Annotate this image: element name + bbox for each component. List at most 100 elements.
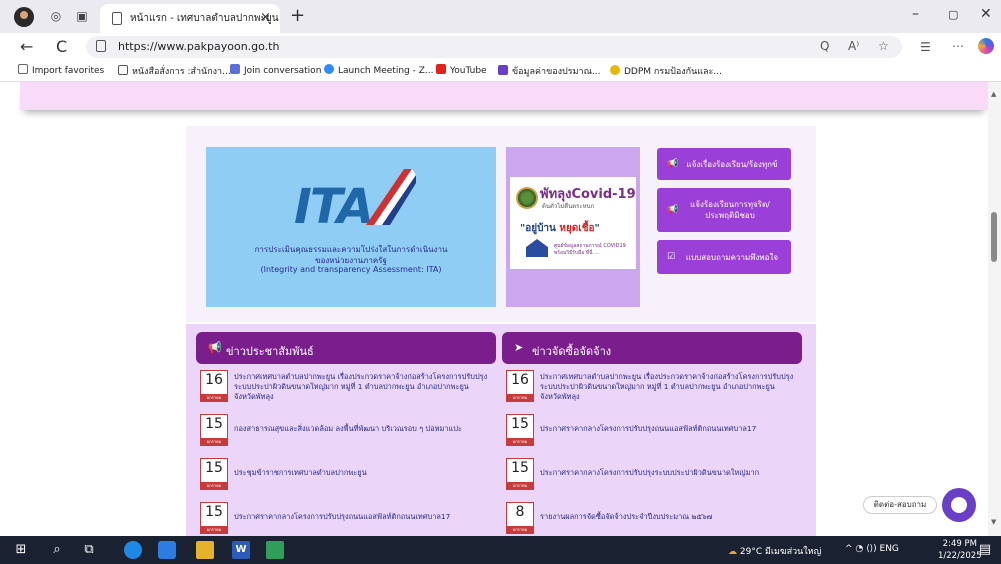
chat-bubble-icon[interactable] <box>942 488 976 522</box>
news-title[interactable]: ประกาศเทศบาลตำบลปากพะยูน เรื่องประกวดราค… <box>540 372 798 402</box>
covid-banner-inner: พัทลุงCovid-19 ต้นตัวไม่ตื่นตระหนก "อยู่… <box>510 177 636 269</box>
windows-taskbar: ⊞ ⌕ ⧉ W ☁ 29°C มีเมฆส่วนใหญ่ ^ ◔ ⟨⟩) ENG… <box>0 536 1001 564</box>
bookmarks-bar: Import favorites หนังสือสั่งการ :สำนักงา… <box>0 61 1001 82</box>
news-title[interactable]: ประกาศราคากลางโครงการปรับปรุงถนนแอสฟัลท์… <box>234 512 492 522</box>
checkbox-icon: ☑ <box>667 251 676 262</box>
satisfaction-survey-button[interactable]: ☑ แบบสอบถามความพึงพอใจ <box>657 240 791 274</box>
bookmark-ddpm[interactable]: DDPM กรมป้องกันและ... <box>610 64 722 78</box>
page-scrollbar[interactable]: ▲ ▼ <box>988 82 1001 536</box>
favorites-icon[interactable]: ☰ <box>920 40 931 54</box>
tab-title: หน้าแรก - เทศบาลตำบลปากพะยูน <box>130 13 279 24</box>
teams-icon <box>230 64 240 74</box>
minimize-button[interactable]: – <box>912 6 919 22</box>
edge-icon[interactable] <box>124 541 142 559</box>
covid-banner[interactable]: พัทลุงCovid-19 ต้นตัวไม่ตื่นตระหนก "อยู่… <box>506 147 640 307</box>
news-item[interactable]: 8 มกราคม รายงานผลการจัดซื้อจัดจ้างประจำปี… <box>502 502 802 536</box>
tab-actions-icon[interactable]: ▣ <box>74 8 90 24</box>
copilot-icon[interactable] <box>978 38 994 54</box>
page-icon <box>118 65 128 75</box>
date-badge: 16 มกราคม <box>200 370 228 402</box>
close-window-button[interactable]: ✕ <box>980 6 992 22</box>
page-icon <box>112 12 122 25</box>
megaphone-icon: 📢 <box>667 204 679 215</box>
corruption-report-button[interactable]: 📢 แจ้งร้องเรียนการทุจริต/ประพฤติมิชอบ <box>657 188 791 232</box>
news-item[interactable]: 15 มกราคม ประกาศราคากลางโครงการปรับปรุงถน… <box>502 414 802 452</box>
import-icon <box>18 64 28 74</box>
bookmark-join-conversation[interactable]: Join conversation <box>230 64 321 76</box>
tab-active[interactable]: หน้าแรก - เทศบาลตำบลปากพะยูน × <box>100 4 280 33</box>
news-title[interactable]: ประชุมข้าราชการเทศบาลตำบลปากพะยูน <box>234 468 492 478</box>
news-item[interactable]: 16 มกราคม ประกาศเทศบาลตำบลปากพะยูน เรื่อง… <box>502 370 802 408</box>
news-procurement-column: ➤ ข่าวจัดซื้อจัดจ้าง 16 มกราคม ประกาศเทศบ… <box>502 332 802 536</box>
megaphone-icon: 📢 <box>208 341 222 354</box>
megaphone-icon: 📢 <box>667 158 679 169</box>
ita-flag-slash-icon <box>366 169 416 225</box>
list-icon <box>498 65 508 75</box>
profile-avatar[interactable] <box>14 7 34 27</box>
arrow-right-circle-icon: ➤ <box>514 341 524 354</box>
weather-widget[interactable]: ☁ 29°C มีเมฆส่วนใหญ่ <box>728 544 821 558</box>
banner-section: ITA การประเมินคุณธรรมและความโปร่งใสในการ… <box>186 126 816 322</box>
news-procurement-header[interactable]: ➤ ข่าวจัดซื้อจัดจ้าง <box>502 332 802 364</box>
weather-icon: ☁ <box>728 547 737 557</box>
browser-titlebar: ◎ ▣ หน้าแรก - เทศบาลตำบลปากพะยูน × + – ▢… <box>0 0 1001 33</box>
news-pr-header[interactable]: 📢 ข่าวประชาสัมพันธ์ <box>196 332 496 364</box>
workspaces-icon[interactable]: ◎ <box>48 8 64 24</box>
more-menu-icon[interactable]: ⋯ <box>952 39 964 53</box>
zoom-icon <box>324 64 334 74</box>
date-badge: 15 มกราคม <box>200 502 228 534</box>
file-explorer-icon[interactable] <box>196 541 214 559</box>
news-title[interactable]: กองสาธารณสุขและสิ่งแวดล้อม ลงพื้นที่พัฒน… <box>234 424 492 434</box>
word-icon[interactable]: W <box>232 541 250 559</box>
bookmark-import-favorites[interactable]: Import favorites <box>18 64 104 76</box>
news-item[interactable]: 15 มกราคม ประชุมข้าราชการเทศบาลตำบลปากพะย… <box>196 458 496 496</box>
bookmark-zoom[interactable]: Launch Meeting - Z... <box>324 64 433 76</box>
house-icon <box>526 239 548 257</box>
tab-close-button[interactable]: × <box>260 10 271 25</box>
scroll-thumb[interactable] <box>991 212 997 262</box>
news-title[interactable]: ประกาศราคากลางโครงการปรับปรุงถนนแอสฟัลท์… <box>540 424 798 434</box>
news-title[interactable]: รายงานผลการจัดซื้อจัดจ้างประจำปีงบประมาณ… <box>540 512 798 522</box>
bookmark-orders[interactable]: หนังสือสั่งการ :สำนักงา... <box>118 64 231 78</box>
news-title[interactable]: ประกาศเทศบาลตำบลปากพะยูน เรื่องประกวดราค… <box>234 372 492 402</box>
favorite-star-icon[interactable]: ☆ <box>878 39 889 53</box>
youtube-icon <box>436 64 446 74</box>
search-icon[interactable]: Q <box>820 39 829 53</box>
news-section: 📢 ข่าวประชาสัมพันธ์ 16 มกราคม ประกาศเทศบา… <box>186 324 816 536</box>
url-omnibox[interactable]: https://www.pakpayoon.go.th Q A⁾ ☆ <box>86 36 902 58</box>
store-icon[interactable] <box>158 541 176 559</box>
app-icon[interactable] <box>266 541 284 559</box>
news-item[interactable]: 15 มกราคม ประกาศราคากลางโครงการปรับปรุงระ… <box>502 458 802 496</box>
back-button[interactable]: ← <box>20 37 33 56</box>
complaint-button[interactable]: 📢 แจ้งเรื่องร้องเรียน/ร้องทุกข์ <box>657 148 791 180</box>
task-view-icon[interactable]: ⧉ <box>80 541 98 559</box>
news-title[interactable]: ประกาศราคากลางโครงการปรับปรุงระบบประปาผิ… <box>540 468 798 478</box>
windows-start-icon[interactable]: ⊞ <box>12 541 30 559</box>
news-item[interactable]: 15 มกราคม กองสาธารณสุขและสิ่งแวดล้อม ลงพื… <box>196 414 496 452</box>
header-strip <box>20 82 988 110</box>
lock-icon[interactable] <box>96 40 106 52</box>
bookmark-data[interactable]: ข้อมูลค่าของปรมาณ... <box>498 64 601 78</box>
system-tray-icons[interactable]: ^ ◔ ⟨⟩) ENG <box>845 544 899 554</box>
news-item[interactable]: 16 มกราคม ประกาศเทศบาลตำบลปากพะยูน เรื่อง… <box>196 370 496 408</box>
ddpm-logo-icon <box>610 65 620 75</box>
new-tab-button[interactable]: + <box>290 5 305 26</box>
read-aloud-icon[interactable]: A⁾ <box>848 39 859 53</box>
covid-subtitle: ต้นตัวไม่ตื่นตระหนก <box>542 203 595 210</box>
covid-slogan: "อยู่บ้าน หยุดเชื้อ" <box>520 223 600 234</box>
scroll-up-icon[interactable]: ▲ <box>991 90 996 98</box>
date-badge: 16 มกราคม <box>506 370 534 402</box>
scroll-down-icon[interactable]: ▼ <box>991 518 996 526</box>
news-item[interactable]: 15 มกราคม ประกาศราคากลางโครงการปรับปรุงถน… <box>196 502 496 536</box>
date-badge: 15 มกราคม <box>506 414 534 446</box>
url-text[interactable]: https://www.pakpayoon.go.th <box>118 40 279 53</box>
bookmark-youtube[interactable]: YouTube <box>436 64 487 76</box>
notification-icon[interactable]: ▤ <box>976 541 994 559</box>
page-viewport: ITA การประเมินคุณธรรมและความโปร่งใสในการ… <box>0 82 988 536</box>
ita-banner[interactable]: ITA การประเมินคุณธรรมและความโปร่งใสในการ… <box>206 147 496 307</box>
contact-label[interactable]: ติดต่อ-สอบถาม <box>863 496 937 514</box>
restore-button[interactable]: ▢ <box>948 8 958 21</box>
date-badge: 8 มกราคม <box>506 502 534 534</box>
refresh-button[interactable]: C <box>56 37 67 56</box>
search-icon[interactable]: ⌕ <box>48 541 66 559</box>
